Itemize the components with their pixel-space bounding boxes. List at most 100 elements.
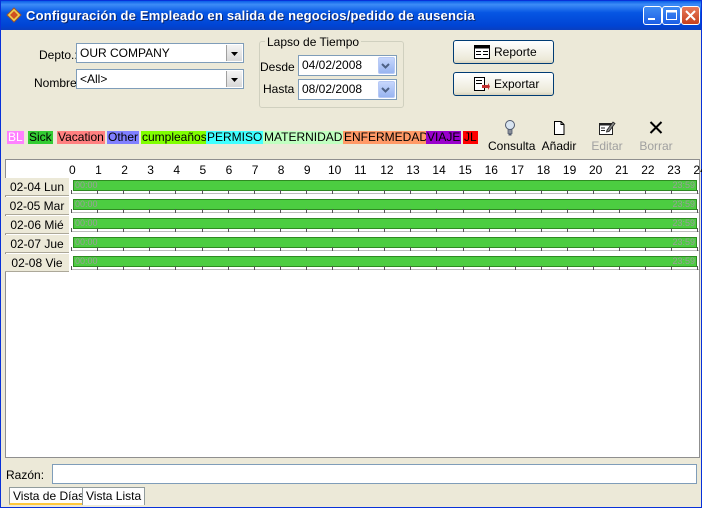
hour-label: 21 bbox=[615, 163, 629, 177]
hour-tick bbox=[358, 228, 360, 232]
hour-label: 12 bbox=[380, 163, 394, 177]
lightbulb-icon bbox=[505, 120, 515, 136]
exportar-button[interactable]: Exportar bbox=[453, 72, 554, 96]
hour-label: 2 bbox=[121, 163, 128, 177]
day-row-label: 02-05 Mar bbox=[5, 197, 69, 215]
hour-tick bbox=[619, 247, 621, 251]
hour-label: 16 bbox=[484, 163, 498, 177]
anadir-label: Añadir bbox=[541, 139, 577, 153]
hour-label: 20 bbox=[589, 163, 603, 177]
anadir-button[interactable]: Añadir bbox=[540, 119, 578, 153]
hour-tick bbox=[645, 266, 647, 270]
hour-tick bbox=[514, 228, 516, 232]
hour-tick bbox=[514, 247, 516, 251]
depto-dropdown-arrow[interactable] bbox=[226, 45, 242, 61]
category-vacation: Vacation bbox=[57, 130, 105, 144]
tab-vista-lista[interactable]: Vista Lista bbox=[82, 487, 146, 505]
new-document-icon bbox=[554, 121, 565, 135]
hour-tick bbox=[279, 190, 281, 194]
title-bar[interactable]: Configuración de Empleado en salida de n… bbox=[1, 1, 701, 30]
desde-date-picker[interactable]: 04/02/2008 bbox=[298, 55, 397, 76]
reporte-button[interactable]: Reporte bbox=[453, 40, 554, 64]
hour-tick bbox=[123, 266, 125, 270]
hour-tick bbox=[305, 228, 307, 232]
hour-tick bbox=[697, 228, 699, 232]
hour-tick bbox=[227, 247, 229, 251]
category-jl: JL bbox=[463, 130, 478, 144]
nombre-dropdown-arrow[interactable] bbox=[226, 71, 242, 87]
hour-tick bbox=[149, 266, 151, 270]
hour-tick bbox=[175, 228, 177, 232]
hour-tick bbox=[332, 209, 333, 213]
day-row-label: 02-04 Lun bbox=[5, 178, 69, 196]
hour-label: 11 bbox=[354, 163, 367, 177]
hour-tick bbox=[227, 266, 229, 270]
hour-tick bbox=[253, 190, 255, 194]
hour-tick bbox=[514, 266, 516, 270]
bar-start-time: 00:00 bbox=[75, 237, 98, 247]
export-icon bbox=[474, 77, 490, 91]
hour-tick bbox=[488, 228, 490, 232]
hour-tick bbox=[332, 190, 333, 194]
editar-label: Editar bbox=[591, 139, 623, 153]
close-button[interactable] bbox=[681, 6, 700, 25]
bar-start-time: 00:00 bbox=[75, 180, 98, 190]
hour-tick bbox=[71, 247, 72, 251]
hour-tick bbox=[410, 228, 412, 232]
main-window: Configuración de Empleado en salida de n… bbox=[0, 0, 702, 508]
nombre-select[interactable]: <All> bbox=[76, 69, 244, 89]
hour-tick bbox=[566, 247, 568, 251]
nombre-label: Nombre: bbox=[34, 76, 81, 90]
hour-tick bbox=[358, 190, 360, 194]
category-bl: BL bbox=[7, 130, 24, 144]
hour-label: 13 bbox=[406, 163, 420, 177]
maximize-button[interactable] bbox=[662, 6, 681, 25]
consulta-button[interactable]: Consulta bbox=[488, 119, 535, 153]
hour-tick bbox=[436, 209, 438, 213]
desde-dropdown-arrow[interactable] bbox=[378, 57, 395, 74]
razon-input[interactable] bbox=[52, 464, 697, 484]
hour-label: 19 bbox=[562, 163, 577, 177]
razon-label: Razón: bbox=[6, 468, 45, 482]
hour-tick bbox=[253, 209, 255, 213]
hour-tick bbox=[514, 209, 516, 213]
hour-tick bbox=[540, 266, 542, 270]
hour-tick bbox=[305, 266, 307, 270]
hour-tick bbox=[201, 209, 203, 213]
bar-start-time: 00:00 bbox=[75, 256, 98, 266]
chevron-down-icon bbox=[231, 78, 238, 82]
hour-label: 3 bbox=[147, 163, 154, 177]
hour-tick bbox=[593, 266, 594, 270]
hour-tick bbox=[123, 190, 125, 194]
hour-tick bbox=[279, 228, 281, 232]
day-row-label: 02-07 Jue bbox=[5, 235, 69, 253]
hour-tick bbox=[305, 190, 307, 194]
report-icon bbox=[474, 45, 490, 59]
tab-vista-de-dias[interactable]: Vista de Días bbox=[9, 487, 89, 505]
editar-button[interactable]: Editar bbox=[590, 119, 624, 153]
hour-tick bbox=[149, 247, 151, 251]
hour-tick bbox=[227, 190, 229, 194]
hour-tick bbox=[384, 247, 386, 251]
hour-tick bbox=[671, 209, 673, 213]
delete-x-icon bbox=[649, 121, 663, 134]
hour-tick bbox=[149, 228, 151, 232]
borrar-button[interactable]: Borrar bbox=[639, 119, 673, 153]
hour-tick bbox=[123, 228, 125, 232]
hour-label: 7 bbox=[251, 163, 259, 177]
hour-label: 1 bbox=[95, 163, 102, 177]
hour-tick bbox=[279, 247, 281, 251]
hour-tick bbox=[384, 228, 386, 232]
hour-tick bbox=[462, 190, 464, 194]
hour-tick bbox=[462, 209, 464, 213]
nombre-value: <All> bbox=[80, 72, 108, 86]
hour-label: 14 bbox=[432, 163, 446, 177]
depto-select[interactable]: OUR COMPANY bbox=[76, 43, 244, 63]
hour-tick bbox=[619, 266, 621, 270]
hour-tick bbox=[697, 247, 699, 251]
hour-tick bbox=[410, 190, 412, 194]
minimize-button[interactable] bbox=[643, 6, 662, 25]
hasta-date-picker[interactable]: 08/02/2008 bbox=[298, 79, 397, 100]
hour-tick bbox=[332, 247, 333, 251]
hasta-dropdown-arrow[interactable] bbox=[378, 81, 395, 98]
